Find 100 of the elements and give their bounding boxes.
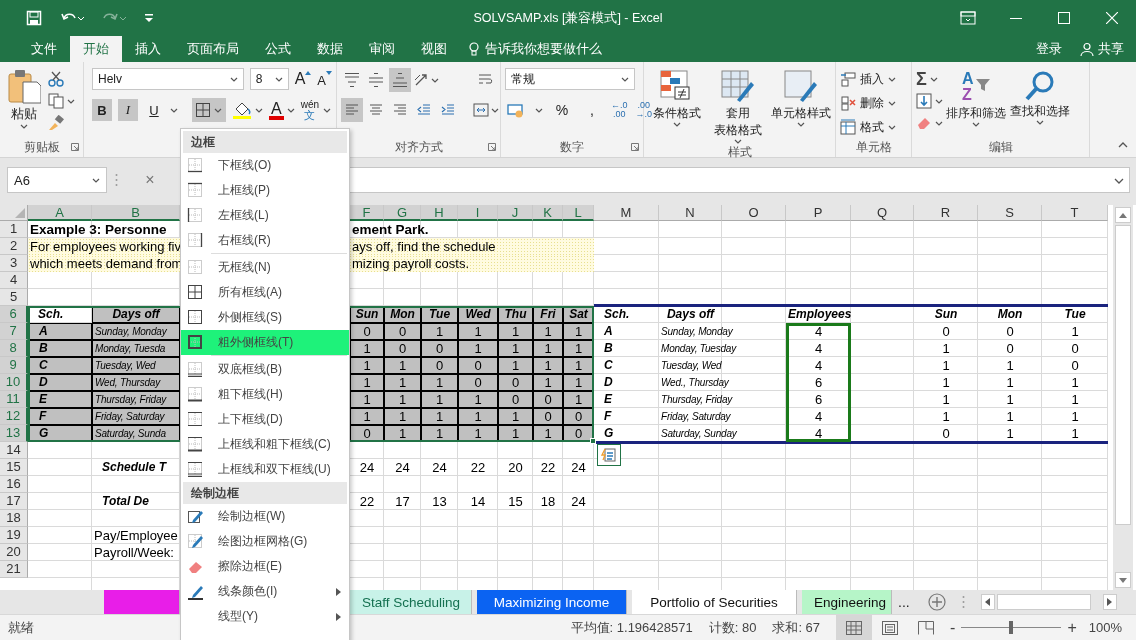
zoom-in-button[interactable]: + xyxy=(1061,618,1083,637)
new-sheet-button[interactable] xyxy=(927,590,946,614)
menu-item[interactable]: 粗下框线(H) xyxy=(181,382,349,407)
column-header[interactable]: F xyxy=(350,205,384,221)
column-header[interactable]: Q xyxy=(851,205,914,221)
menu-item[interactable]: 粗外侧框线(T) xyxy=(181,330,349,355)
bottom-align-button[interactable] xyxy=(389,68,411,92)
ribbon-tab[interactable]: 数据 xyxy=(304,36,356,62)
row-header[interactable]: 11 xyxy=(0,391,28,408)
tell-me-button[interactable]: 告诉我你想要做什么 xyxy=(468,36,602,62)
sheet-tab[interactable]: Maximizing Income xyxy=(477,590,627,614)
row-header[interactable]: 16 xyxy=(0,476,28,493)
normal-view-button[interactable] xyxy=(836,614,873,640)
underline-button[interactable]: U xyxy=(144,99,164,121)
increase-decimal-button[interactable]: ←.0 .00 xyxy=(611,101,628,119)
row-header[interactable]: 17 xyxy=(0,493,28,510)
row-header[interactable]: 18 xyxy=(0,510,28,527)
more-sheets-button[interactable]: ... xyxy=(892,590,916,614)
quick-analysis-button[interactable] xyxy=(597,444,621,466)
column-header[interactable]: J xyxy=(498,205,533,221)
column-header[interactable]: I xyxy=(458,205,498,221)
phonetic-guide-button[interactable]: wén 文 xyxy=(300,100,332,120)
menu-item[interactable]: 上框线(P) xyxy=(181,178,349,203)
sort-filter-button[interactable]: A Z 排序和筛选 xyxy=(945,68,1007,139)
formula-field[interactable] xyxy=(348,167,1130,193)
format-as-table-button[interactable]: 套用 表格格式 xyxy=(709,68,767,144)
ribbon-tab[interactable]: 公式 xyxy=(252,36,304,62)
menu-item[interactable]: 擦除边框(E) xyxy=(181,554,349,579)
sheet-tab[interactable]: Engineering xyxy=(802,590,892,614)
dialog-launcher-icon[interactable] xyxy=(488,143,496,151)
italic-button[interactable]: I xyxy=(118,99,138,121)
column-header[interactable]: P xyxy=(786,205,851,221)
delete-cells-button[interactable]: 删除 xyxy=(840,92,907,114)
row-header[interactable]: 12 xyxy=(0,408,28,425)
autosum-button[interactable]: Σ xyxy=(916,70,943,88)
ribbon-tab[interactable]: 页面布局 xyxy=(174,36,252,62)
column-header[interactable]: B xyxy=(92,205,180,221)
fill-button[interactable] xyxy=(916,92,943,110)
menu-item[interactable]: 外侧框线(S) xyxy=(181,305,349,330)
column-header[interactable]: A xyxy=(28,205,92,221)
decrease-decimal-button[interactable]: .00 →.0 xyxy=(635,101,653,119)
menu-item[interactable]: 下框线(O) xyxy=(181,153,349,178)
ribbon-tab[interactable]: 视图 xyxy=(408,36,460,62)
row-header[interactable]: 2 xyxy=(0,238,28,255)
column-header[interactable]: G xyxy=(384,205,421,221)
insert-cells-button[interactable]: 插入 xyxy=(840,68,907,90)
dialog-launcher-icon[interactable] xyxy=(71,143,79,151)
cancel-button[interactable]: × xyxy=(140,171,160,189)
column-header[interactable]: K xyxy=(533,205,563,221)
menu-item[interactable]: 上框线和粗下框线(C) xyxy=(181,432,349,457)
row-header[interactable]: 15 xyxy=(0,459,28,476)
row-header[interactable]: 1 xyxy=(0,221,28,238)
row-header[interactable]: 10 xyxy=(0,374,28,391)
menu-item[interactable]: 线型(Y) xyxy=(181,604,349,629)
menu-item[interactable]: 上框线和双下框线(U) xyxy=(181,457,349,482)
column-header[interactable]: H xyxy=(421,205,458,221)
format-cells-button[interactable]: 格式 xyxy=(840,116,907,138)
menu-item[interactable]: 左框线(L) xyxy=(181,203,349,228)
row-header[interactable]: 3 xyxy=(0,255,28,272)
cell-styles-button[interactable]: 单元格样式 xyxy=(771,68,831,144)
column-header[interactable]: R xyxy=(914,205,978,221)
find-select-button[interactable]: 查找和选择 xyxy=(1009,68,1071,139)
decrease-font-size-button[interactable]: A xyxy=(317,70,332,88)
menu-item[interactable]: 绘制边框(W) xyxy=(181,504,349,529)
column-header[interactable]: T xyxy=(1042,205,1108,221)
dialog-launcher-icon[interactable] xyxy=(631,143,639,151)
menu-item[interactable]: 无框线(N) xyxy=(181,255,349,280)
vertical-scrollbar[interactable] xyxy=(1113,205,1133,590)
menu-item[interactable]: 右框线(R) xyxy=(181,228,349,253)
copy-button[interactable] xyxy=(48,92,75,110)
comma-button[interactable]: , xyxy=(581,98,603,122)
ribbon-tab[interactable]: 开始 xyxy=(70,36,122,62)
share-button[interactable]: 共享 xyxy=(1072,36,1136,62)
sign-in-link[interactable]: 登录 xyxy=(1026,36,1072,62)
borders-button[interactable] xyxy=(192,98,226,122)
paste-button[interactable]: 粘贴 xyxy=(4,68,44,139)
increase-font-size-button[interactable]: A xyxy=(294,70,312,88)
row-header[interactable]: 8 xyxy=(0,340,28,357)
percent-button[interactable]: % xyxy=(551,98,573,122)
fill-color-button[interactable] xyxy=(232,101,263,119)
fill-handle[interactable] xyxy=(590,438,596,444)
menu-item[interactable]: 所有框线(A) xyxy=(181,280,349,305)
menu-item[interactable]: 线条颜色(I) xyxy=(181,579,349,604)
row-header[interactable]: 21 xyxy=(0,561,28,578)
column-header[interactable]: N xyxy=(659,205,722,221)
row-header[interactable]: 7 xyxy=(0,323,28,340)
ribbon-tab[interactable]: 插入 xyxy=(122,36,174,62)
menu-item[interactable]: 绘图边框网格(G) xyxy=(181,529,349,554)
row-header[interactable]: 14 xyxy=(0,442,28,459)
column-header[interactable]: S xyxy=(978,205,1042,221)
row-header[interactable]: 6 xyxy=(0,306,28,323)
column-header[interactable]: M xyxy=(594,205,659,221)
number-format-field[interactable]: 常规 xyxy=(505,68,635,90)
ribbon-tab[interactable]: 审阅 xyxy=(356,36,408,62)
row-header[interactable]: 19 xyxy=(0,527,28,544)
sheet-tab[interactable]: Portfolio of Securities xyxy=(632,590,797,614)
row-header[interactable]: 13 xyxy=(0,425,28,442)
name-box[interactable]: A6 xyxy=(7,167,107,193)
row-header[interactable]: 4 xyxy=(0,272,28,289)
font-color-button[interactable]: A xyxy=(269,100,295,120)
